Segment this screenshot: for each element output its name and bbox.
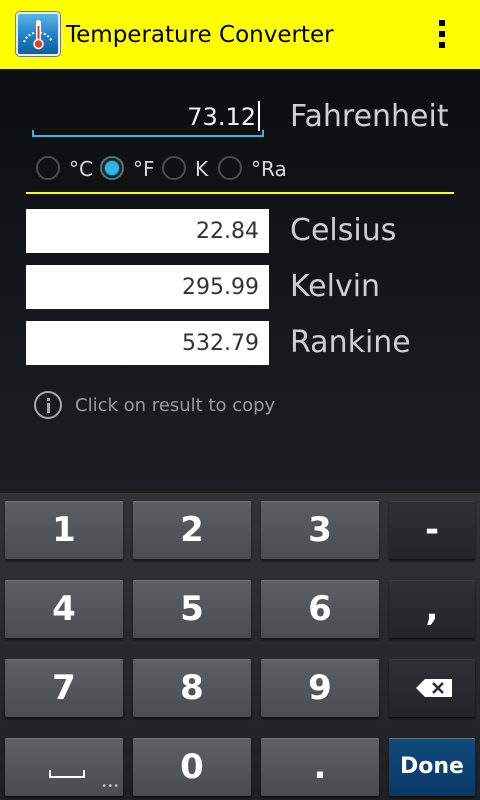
radio-label: °Ra: [251, 157, 287, 181]
result-value: 532.79: [182, 331, 259, 356]
key-5[interactable]: 5: [133, 580, 251, 638]
info-icon: [34, 391, 62, 419]
text-cursor: [258, 101, 260, 131]
hint-text: Click on result to copy: [75, 395, 276, 416]
result-value: 295.99: [182, 275, 259, 300]
key-done[interactable]: Done: [389, 738, 475, 796]
key-3[interactable]: 3: [261, 501, 379, 559]
space-bar-icon: [49, 770, 85, 778]
result-row-kelvin: 295.99 Kelvin: [26, 265, 466, 309]
result-field-kelvin[interactable]: 295.99: [26, 265, 269, 309]
key-9[interactable]: 9: [261, 659, 379, 717]
numeric-keyboard: 1 2 3 - 4 5 6 , 7 8 9 ••• 0 . Done: [0, 493, 480, 800]
result-unit-label: Celsius: [290, 213, 397, 248]
input-underline: [32, 130, 264, 137]
result-unit-label: Rankine: [290, 325, 411, 360]
divider: [26, 192, 454, 194]
temperature-input[interactable]: 73.12: [32, 93, 264, 139]
radio-button-icon: [162, 156, 186, 180]
copy-hint: Click on result to copy: [34, 391, 354, 423]
result-field-rankine[interactable]: 532.79: [26, 321, 269, 365]
key-8[interactable]: 8: [133, 659, 251, 717]
input-unit-label: Fahrenheit: [290, 99, 449, 134]
key-space[interactable]: •••: [5, 738, 123, 796]
key-minus[interactable]: -: [389, 501, 475, 559]
radio-label: K: [195, 157, 209, 181]
result-row-rankine: 532.79 Rankine: [26, 321, 466, 365]
key-4[interactable]: 4: [5, 580, 123, 638]
key-1[interactable]: 1: [5, 501, 123, 559]
result-value: 22.84: [196, 219, 259, 244]
key-7[interactable]: 7: [5, 659, 123, 717]
key-period[interactable]: .: [261, 738, 379, 796]
thermometer-gauge-icon: [16, 12, 60, 56]
scale-radio-group: °C °F K °Ra: [36, 155, 456, 183]
radio-button-icon: [218, 156, 242, 180]
key-backspace[interactable]: [389, 659, 475, 717]
radio-label: °F: [133, 157, 155, 181]
result-unit-label: Kelvin: [290, 269, 381, 304]
action-bar: Temperature Converter: [0, 0, 480, 69]
temperature-input-value: 73.12: [187, 103, 256, 131]
overflow-menu-icon[interactable]: [424, 14, 460, 54]
radio-button-icon: [36, 156, 60, 180]
converter-panel: 73.12 Fahrenheit °C °F K °Ra 22.84 Celsi…: [0, 69, 480, 493]
backspace-icon: [416, 679, 452, 697]
key-0[interactable]: 0: [133, 738, 251, 796]
radio-label: °C: [69, 157, 93, 181]
screen: Temperature Converter 73.12 Fahrenheit °…: [0, 0, 480, 800]
result-row-celsius: 22.84 Celsius: [26, 209, 466, 253]
key-2[interactable]: 2: [133, 501, 251, 559]
app-title: Temperature Converter: [66, 22, 334, 48]
key-comma[interactable]: ,: [389, 580, 475, 638]
key-6[interactable]: 6: [261, 580, 379, 638]
result-field-celsius[interactable]: 22.84: [26, 209, 269, 253]
more-keys-indicator: •••: [101, 781, 119, 792]
radio-button-checked-icon: [100, 156, 124, 180]
